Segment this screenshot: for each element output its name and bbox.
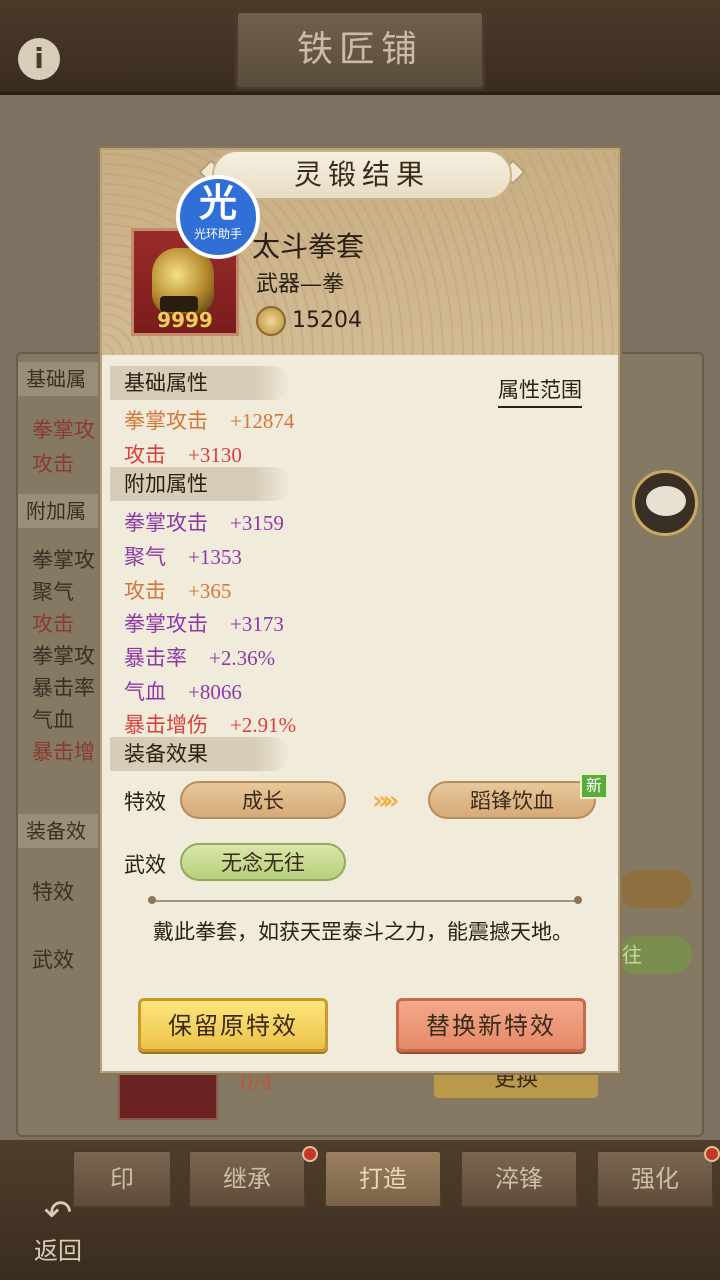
- special-effect-old[interactable]: 成长: [180, 781, 346, 819]
- stat-row: 拳掌攻击 +3159: [124, 507, 284, 537]
- stat-value: +2.91%: [230, 713, 297, 737]
- notification-dot: [704, 1146, 720, 1162]
- attribute-range-link[interactable]: 属性范围: [498, 374, 582, 408]
- bg-special-label: 特效: [32, 880, 74, 904]
- stat-value: +365: [188, 579, 232, 603]
- modal-title: 灵锻结果: [212, 150, 512, 200]
- stat-value: +12874: [230, 409, 295, 433]
- stat-value: +8066: [188, 680, 242, 704]
- bg-stat: 聚气: [32, 580, 74, 604]
- bg-stat: 攻击: [32, 612, 74, 636]
- stat-value: +3173: [230, 612, 284, 636]
- back-label: 返回: [34, 1237, 82, 1265]
- back-arrow-icon: ↶: [43, 1193, 73, 1233]
- stat-value: +3130: [188, 443, 242, 467]
- stat-name: 攻击: [124, 579, 166, 603]
- bg-pill: [618, 870, 692, 908]
- stat-name: 暴击率: [124, 646, 187, 670]
- stat-name: 拳掌攻击: [124, 612, 208, 636]
- bg-stat: 暴击率: [32, 676, 95, 700]
- keep-original-button[interactable]: 保留原特效: [138, 998, 328, 1052]
- bg-stat: 拳掌攻: [32, 418, 95, 442]
- item-type: 武器—拳: [256, 272, 345, 297]
- watermark-char: 光: [198, 181, 237, 225]
- stat-name: 气血: [124, 680, 166, 704]
- power-icon: [256, 306, 286, 336]
- bg-stat: 攻击: [32, 452, 74, 476]
- bg-stat: 暴击增: [32, 740, 95, 764]
- martial-effect-label: 武效: [124, 853, 166, 877]
- stat-row: 拳掌攻击 +12874: [124, 405, 294, 435]
- bg-martial-label: 武效: [32, 948, 74, 972]
- bg-count: 0/4: [240, 1070, 274, 1094]
- notification-dot: [302, 1146, 318, 1162]
- watermark-label: 光环助手: [193, 227, 242, 241]
- divider-dot: [574, 896, 582, 904]
- divider-dot: [148, 896, 156, 904]
- stat-row: 聚气 +1353: [124, 541, 242, 571]
- new-badge: 新: [580, 773, 608, 799]
- bg-stat: 气血: [32, 708, 74, 732]
- stat-row: 攻击 +3130: [124, 439, 242, 469]
- bg-extra-header: 附加属: [18, 494, 108, 528]
- stat-name: 暴击增伤: [124, 713, 208, 737]
- tab-inherit[interactable]: 继承: [188, 1150, 306, 1208]
- replace-effect-button[interactable]: 替换新特效: [396, 998, 586, 1052]
- screen-title: 铁匠铺: [235, 10, 485, 90]
- item-power: 15204: [292, 308, 362, 333]
- stat-name: 聚气: [124, 545, 166, 569]
- stat-row: 暴击率 +2.36%: [124, 642, 275, 672]
- stat-value: +2.36%: [209, 646, 276, 670]
- tab-temper[interactable]: 淬锋: [460, 1150, 578, 1208]
- item-description: 戴此拳套，如获天罡泰斗之力，能震撼天地。: [153, 920, 573, 944]
- item-quantity: 9999: [157, 308, 213, 332]
- divider: [152, 900, 578, 902]
- base-attributes-header: 基础属性: [110, 366, 290, 400]
- stat-value: +1353: [188, 545, 242, 569]
- stat-name: 拳掌攻击: [124, 511, 208, 535]
- bg-stat: 拳掌攻: [32, 644, 95, 668]
- watermark-logo: 光 光环助手: [176, 175, 260, 259]
- stat-name: 攻击: [124, 443, 166, 467]
- extra-attributes-header: 附加属性: [110, 467, 290, 501]
- special-effect-new[interactable]: 蹈锋饮血: [428, 781, 596, 819]
- stat-row: 攻击 +365: [124, 575, 231, 605]
- chat-icon: [646, 486, 686, 516]
- item-name: 太斗拳套: [252, 230, 365, 263]
- special-effect-label: 特效: [124, 790, 166, 814]
- double-arrow-icon: »»: [372, 786, 399, 816]
- back-button[interactable]: ↶ 返回: [20, 1195, 96, 1265]
- info-icon[interactable]: i: [18, 38, 60, 80]
- stat-row: 暴击增伤 +2.91%: [124, 709, 296, 739]
- stat-row: 拳掌攻击 +3173: [124, 608, 284, 638]
- bg-base-header: 基础属: [18, 362, 108, 396]
- bg-green-pill: 往: [618, 936, 692, 974]
- tab-forge[interactable]: 打造: [324, 1150, 442, 1208]
- stat-row: 气血 +8066: [124, 676, 242, 706]
- bg-stat: 拳掌攻: [32, 548, 95, 572]
- bg-equip-header: 装备效: [18, 814, 108, 848]
- equip-effects-header: 装备效果: [110, 737, 290, 771]
- tab-enhance[interactable]: 强化: [596, 1150, 714, 1208]
- martial-effect-value[interactable]: 无念无往: [180, 843, 346, 881]
- stat-value: +3159: [230, 511, 284, 535]
- stat-name: 拳掌攻击: [124, 409, 208, 433]
